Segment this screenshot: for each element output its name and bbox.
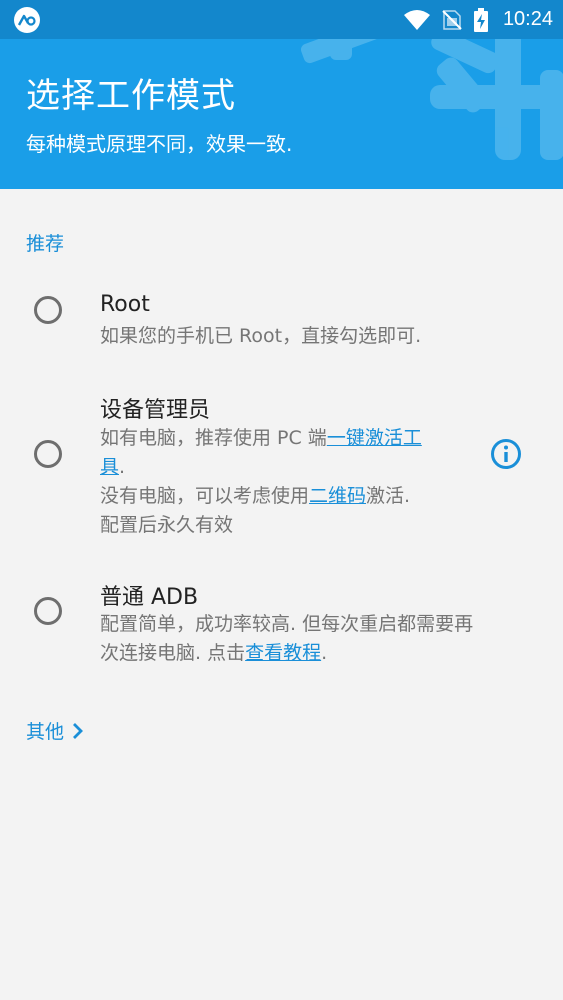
option-normal-adb[interactable]: 普通 ADB 配置简单，成功率较高. 但每次重启都需要再 次连接电脑. 点击查看… — [0, 576, 563, 676]
option-title: 普通 ADB — [100, 585, 199, 610]
radio-button-adb[interactable] — [34, 597, 62, 625]
other-label: 其他 — [26, 721, 65, 743]
one-click-tool-link[interactable]: 一键激活工 — [327, 427, 422, 449]
status-bar: 10:24 — [0, 0, 563, 39]
desc-text: 如有电脑，推荐使用 PC 端 — [100, 427, 327, 449]
desc-text: . — [119, 456, 126, 478]
desc-text: 配置简单，成功率较高. 但每次重启都需要再 — [100, 613, 474, 635]
page-subtitle: 每种模式原理不同，效果一致. — [26, 132, 293, 156]
section-label-recommended: 推荐 — [26, 233, 65, 255]
desc-text: 次连接电脑. 点击 — [100, 642, 246, 664]
radio-button-root[interactable] — [34, 296, 62, 324]
battery-charging-icon — [473, 7, 488, 32]
desc-text: 配置后永久有效 — [100, 514, 234, 536]
option-description: 如有电脑，推荐使用 PC 端一键激活工 具. 没有电脑，可以考虑使用二维码激活.… — [100, 424, 480, 540]
app-logo-icon — [14, 7, 40, 33]
header: 10:24 选择工作模式 每种模式原理不同，效果一致. — [0, 0, 563, 189]
option-title: 设备管理员 — [100, 398, 211, 423]
option-title: Root — [100, 292, 150, 317]
status-time: 10:24 — [502, 8, 553, 30]
option-description: 如果您的手机已 Root，直接勾选即可. — [100, 325, 422, 347]
radio-button-device-admin[interactable] — [34, 440, 62, 468]
option-device-admin[interactable]: 设备管理员 如有电脑，推荐使用 PC 端一键激活工 具. 没有电脑，可以考虑使用… — [0, 388, 563, 548]
no-sim-icon — [442, 9, 462, 30]
desc-text: 激活. — [366, 485, 411, 507]
chevron-right-icon — [73, 722, 83, 739]
option-root[interactable]: Root 如果您的手机已 Root，直接勾选即可. — [0, 286, 563, 366]
one-click-tool-link[interactable]: 具 — [100, 456, 119, 478]
qr-code-link[interactable]: 二维码 — [309, 485, 366, 507]
option-description: 配置简单，成功率较高. 但每次重启都需要再 次连接电脑. 点击查看教程. — [100, 610, 540, 668]
desc-text: . — [321, 642, 328, 664]
desc-text: 没有电脑，可以考虑使用 — [100, 485, 310, 507]
info-icon[interactable] — [490, 438, 522, 470]
wifi-icon — [403, 9, 430, 30]
other-section-toggle[interactable]: 其他 — [26, 717, 84, 744]
page-title: 选择工作模式 — [26, 76, 236, 116]
view-tutorial-link[interactable]: 查看教程 — [245, 642, 321, 664]
